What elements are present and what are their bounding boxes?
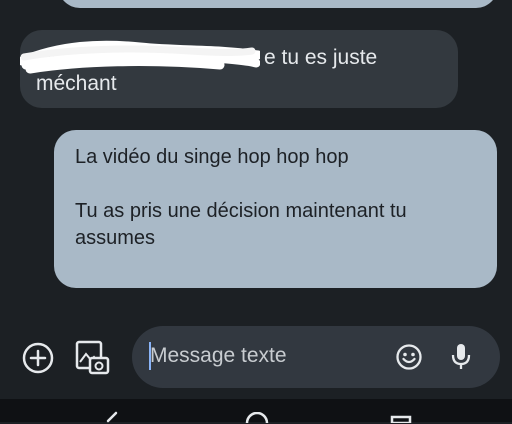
plus-circle-icon[interactable]	[20, 340, 56, 376]
microphone-icon[interactable]	[448, 342, 474, 372]
incoming-message-line1: e tu es juste	[264, 46, 378, 69]
system-navigation-bar	[0, 399, 512, 424]
home-icon[interactable]	[244, 412, 270, 424]
outgoing-message-paragraph: Tu as pris une décision maintenant tu as…	[75, 200, 407, 249]
message-composer[interactable]: Message texte	[132, 326, 500, 388]
outgoing-message-partial	[58, 0, 498, 8]
message-input-placeholder[interactable]: Message texte	[150, 344, 287, 368]
gallery-icon[interactable]	[74, 338, 110, 376]
back-icon[interactable]	[100, 411, 120, 423]
outgoing-message-paragraph: La vidéo du singe hop hop hop	[75, 146, 349, 168]
redaction-scribble	[20, 40, 260, 74]
outgoing-message[interactable]: La vidéo du singe hop hop hop Tu as pris…	[54, 130, 497, 288]
emoji-icon[interactable]	[394, 342, 424, 372]
